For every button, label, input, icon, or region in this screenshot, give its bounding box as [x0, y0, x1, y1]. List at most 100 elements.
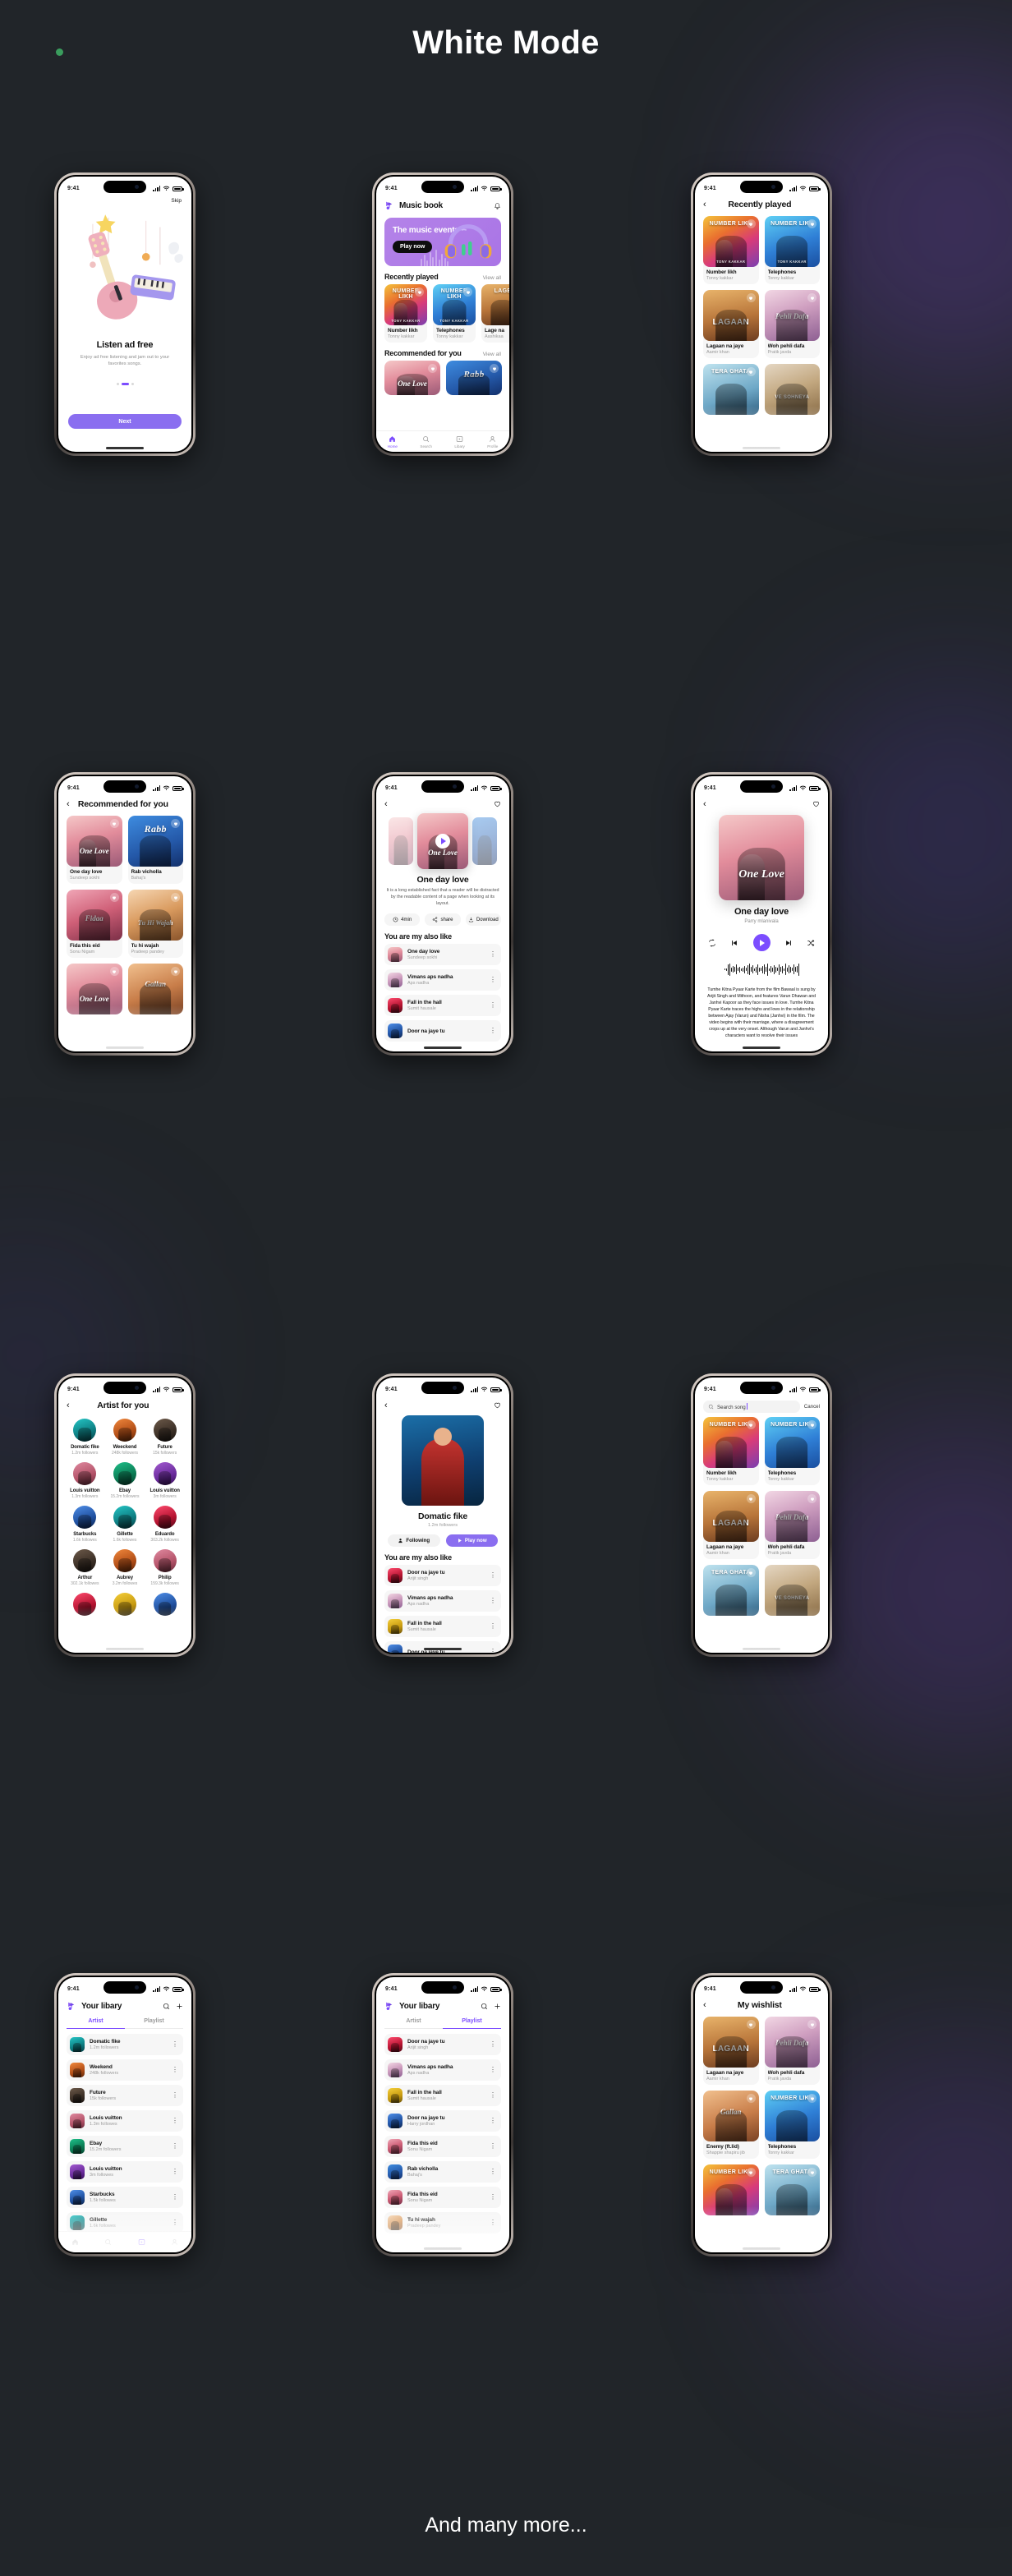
- promo-banner[interactable]: The music events Play now: [384, 218, 501, 266]
- list-item[interactable]: Vimans aps nadha Aps nadha ⋮: [384, 2059, 501, 2081]
- favorite-icon[interactable]: [807, 293, 816, 302]
- favorite-icon[interactable]: [109, 967, 119, 976]
- previous-icon[interactable]: [730, 939, 738, 947]
- list-item[interactable]: Door na jaye tu ⋮: [384, 1020, 501, 1042]
- favorite-icon[interactable]: [746, 219, 756, 228]
- tab-playlist[interactable]: Playlist: [443, 2018, 501, 2029]
- more-options-icon[interactable]: ⋮: [490, 2066, 496, 2072]
- more-options-icon[interactable]: ⋮: [172, 2040, 178, 2047]
- tab-libary[interactable]: Libary: [454, 435, 465, 448]
- carousel-prev-art[interactable]: [389, 817, 413, 865]
- favorite-icon[interactable]: [171, 893, 180, 902]
- list-item[interactable]: Fall in the hall Sumit hausale ⋮: [384, 995, 501, 1017]
- list-item[interactable]: Domatic fike 1.2m followers ⋮: [67, 2034, 183, 2055]
- more-options-icon[interactable]: ⋮: [490, 2193, 496, 2200]
- add-icon[interactable]: [494, 2003, 501, 2010]
- share-chip[interactable]: share: [425, 913, 461, 927]
- list-item[interactable]: Door na jaye tu ⋮: [384, 1641, 501, 1653]
- favorite-icon[interactable]: [746, 1494, 756, 1503]
- artist-cell[interactable]: Louis vuitton 3m followers: [147, 1462, 182, 1499]
- song-card[interactable]: One Love: [384, 361, 440, 395]
- song-card[interactable]: NUMBER LIKH Telephones Tonny kakkar: [764, 2091, 820, 2159]
- repeat-icon[interactable]: [708, 938, 716, 947]
- artist-cell[interactable]: [67, 1593, 103, 1616]
- back-icon[interactable]: ‹: [703, 2000, 706, 2010]
- song-card[interactable]: Rabb: [446, 361, 502, 395]
- favorite-icon[interactable]: [746, 2168, 756, 2177]
- back-icon[interactable]: ‹: [67, 799, 70, 809]
- more-options-icon[interactable]: ⋮: [172, 2066, 178, 2072]
- search-icon[interactable]: [481, 2003, 488, 2010]
- more-options-icon[interactable]: ⋮: [172, 2219, 178, 2225]
- favorite-icon[interactable]: [746, 293, 756, 302]
- list-item[interactable]: Tu hi wajah Pradeep pandey ⋮: [384, 2212, 501, 2233]
- artist-cell[interactable]: Arthur 302.1k followes: [67, 1549, 103, 1586]
- duration-chip[interactable]: 4min: [384, 913, 421, 927]
- more-options-icon[interactable]: ⋮: [172, 2142, 178, 2149]
- artist-cell[interactable]: Domatic fike 1.2m followers: [67, 1419, 103, 1456]
- more-options-icon[interactable]: ⋮: [490, 951, 496, 958]
- back-icon[interactable]: ‹: [384, 799, 388, 809]
- add-icon[interactable]: [176, 2003, 183, 2010]
- list-item[interactable]: Ebay 15.2m followers ⋮: [67, 2136, 183, 2157]
- song-card[interactable]: NUMBER LIKH Telephones Tonny kakkar: [764, 1417, 820, 1485]
- song-card[interactable]: Pehli DafaWoh pehli dafaPratik javda: [764, 1491, 820, 1559]
- more-options-icon[interactable]: ⋮: [490, 1028, 496, 1034]
- view-all-link[interactable]: View all: [483, 352, 501, 357]
- favorite-icon[interactable]: [109, 819, 119, 828]
- back-icon[interactable]: ‹: [703, 200, 706, 209]
- list-item[interactable]: One day love Sundeep sokhi ⋮: [384, 944, 501, 966]
- list-item[interactable]: Fida this eid Sonu Nigam ⋮: [384, 2136, 501, 2157]
- favorite-icon[interactable]: [415, 288, 424, 297]
- artist-cell[interactable]: Aubrey 3.2m followes: [108, 1549, 143, 1586]
- view-all-link[interactable]: View all: [483, 275, 501, 281]
- list-item[interactable]: Fall in the hall Sumit hausale ⋮: [384, 1616, 501, 1637]
- song-card[interactable]: VE SOHNEYA: [764, 364, 820, 415]
- more-options-icon[interactable]: ⋮: [172, 2193, 178, 2200]
- favorite-icon[interactable]: [812, 800, 820, 809]
- list-item[interactable]: Vimans aps nadha Aps nadha ⋮: [384, 969, 501, 991]
- favorite-icon[interactable]: [109, 893, 119, 902]
- list-item[interactable]: Fall in the hall Sumit hausale ⋮: [384, 2085, 501, 2106]
- song-card[interactable]: TERA GHATA: [703, 364, 759, 415]
- favorite-icon[interactable]: [746, 2094, 756, 2103]
- song-card[interactable]: LAGAANLagaan na jayeAamir khan: [703, 2017, 759, 2085]
- tab-artist[interactable]: Artist: [67, 2018, 125, 2029]
- song-card[interactable]: FidaaFida this eidSonu Nigam: [67, 890, 122, 958]
- favorite-icon[interactable]: [807, 1494, 816, 1503]
- song-card[interactable]: One Love One day love Sundeep sokhi: [67, 816, 122, 884]
- tab-profile[interactable]: [171, 2238, 178, 2246]
- tab-search[interactable]: Search: [420, 435, 432, 448]
- artist-cell[interactable]: Eduardo 303.2k followes: [147, 1506, 182, 1543]
- back-icon[interactable]: ‹: [703, 799, 706, 809]
- waveform-progress[interactable]: [695, 962, 828, 977]
- artist-cell[interactable]: Starbucks 1.6k followes: [67, 1506, 103, 1543]
- list-item[interactable]: Starbucks 1.5k followes ⋮: [67, 2187, 183, 2208]
- more-options-icon[interactable]: ⋮: [490, 1571, 496, 1578]
- artist-cell[interactable]: Ebay 15.2m followers: [108, 1462, 143, 1499]
- favorite-icon[interactable]: [463, 288, 472, 297]
- favorite-icon[interactable]: [428, 364, 437, 373]
- favorite-icon[interactable]: [746, 2020, 756, 2029]
- follow-button[interactable]: Following: [388, 1534, 440, 1547]
- favorite-icon[interactable]: [807, 1420, 816, 1429]
- list-item[interactable]: Door na jaye tu Harry jordhan ⋮: [384, 2110, 501, 2132]
- list-item[interactable]: Louis vuitton 3m followes ⋮: [67, 2161, 183, 2183]
- more-options-icon[interactable]: ⋮: [490, 2168, 496, 2174]
- more-options-icon[interactable]: ⋮: [490, 2117, 496, 2123]
- list-item[interactable]: Fida this eid Sonu Nigam ⋮: [384, 2187, 501, 2208]
- tab-playlist[interactable]: Playlist: [125, 2018, 183, 2029]
- song-card[interactable]: NUMBER LIKH: [703, 2164, 759, 2215]
- more-options-icon[interactable]: ⋮: [490, 977, 496, 983]
- tab-home[interactable]: [71, 2238, 79, 2246]
- favorite-icon[interactable]: [746, 367, 756, 376]
- list-item[interactable]: Future 15k followers ⋮: [67, 2085, 183, 2106]
- list-item[interactable]: Rab vicholla Bahaj's ⋮: [384, 2161, 501, 2183]
- song-card[interactable]: LAGE Lage na Aashikaa: [481, 284, 509, 343]
- favorite-icon[interactable]: [807, 2168, 816, 2177]
- artist-cell[interactable]: [147, 1593, 182, 1616]
- cancel-button[interactable]: Cancel: [804, 1404, 820, 1410]
- song-card[interactable]: LAGAANLagaan na jayeAamir khan: [703, 1491, 759, 1559]
- back-icon[interactable]: ‹: [67, 1401, 70, 1410]
- carousel-next-art[interactable]: [472, 817, 497, 865]
